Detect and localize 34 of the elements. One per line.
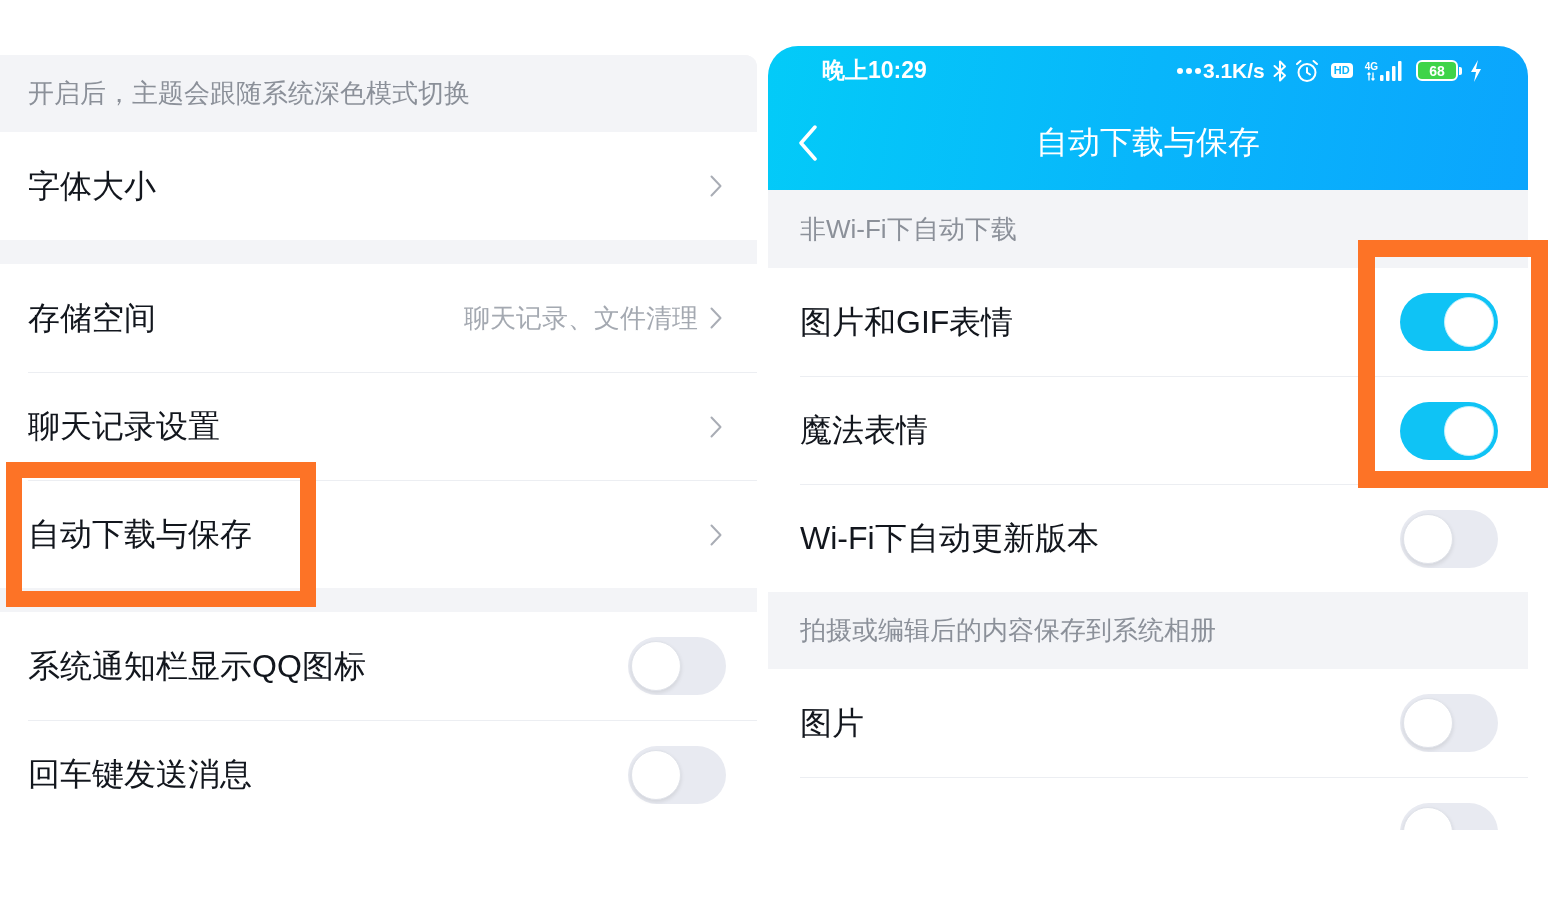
toggle-switch[interactable]: [1400, 293, 1498, 351]
charging-bolt-icon: [1470, 59, 1482, 82]
signal-bars-icon: [1380, 60, 1402, 81]
setting-label: 回车键发送消息: [28, 755, 252, 794]
status-time: 晚上10:29: [822, 56, 927, 85]
bluetooth-icon: [1272, 58, 1287, 83]
setting-label: 系统通知栏显示QQ图标: [28, 646, 366, 686]
network-speed: 3.1K/s: [1202, 58, 1265, 83]
setting-label: 图片和GIF表情: [800, 302, 1014, 342]
chevron-right-icon: [710, 415, 722, 438]
network-type-label: 4G: [1364, 61, 1378, 72]
setting-label: 魔法表情: [800, 411, 928, 450]
chevron-right-icon: [710, 523, 722, 546]
setting-label: 聊天记录设置: [28, 407, 220, 446]
more-dots-icon: [1176, 67, 1201, 74]
chevron-left-icon: [798, 124, 818, 161]
toggle-switch[interactable]: [1400, 402, 1498, 460]
chevron-right-icon: [710, 175, 722, 197]
setting-label: Wi-Fi下自动更新版本: [800, 519, 1099, 558]
alarm-clock-icon: [1294, 58, 1319, 83]
setting-label: 字体大小: [28, 166, 156, 206]
data-arrows-icon: [1367, 71, 1376, 81]
setting-label: 存储空间: [28, 298, 156, 338]
battery-indicator: 68: [1416, 60, 1462, 81]
setting-label: 图片: [800, 703, 864, 743]
chevron-right-icon: [710, 307, 722, 329]
setting-value: 聊天记录、文件清理: [464, 301, 698, 335]
page-title: 自动下载与保存: [1036, 122, 1260, 162]
section-header: 拍摄或编辑后的内容保存到系统相册: [800, 614, 1216, 647]
setting-label: 自动下载与保存: [28, 515, 252, 554]
section-header: 非Wi-Fi下自动下载: [800, 212, 1017, 246]
hd-badge: HD: [1330, 63, 1353, 78]
hint-text: 开启后，主题会跟随系统深色模式切换: [28, 77, 470, 110]
back-button[interactable]: [798, 124, 818, 161]
